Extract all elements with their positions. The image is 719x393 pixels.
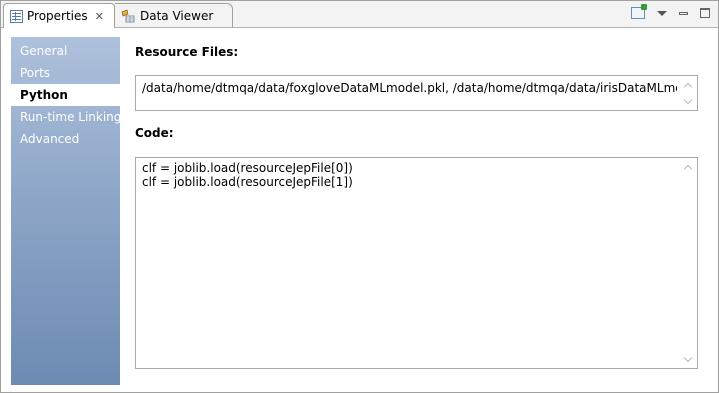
resource-files-field[interactable]: /data/home/dtmqa/data/foxgloveDataMLmode… xyxy=(135,75,698,111)
python-properties-panel: Resource Files: /data/home/dtmqa/data/fo… xyxy=(121,28,718,386)
properties-icon xyxy=(10,9,23,23)
view-menu-icon[interactable] xyxy=(657,10,667,16)
sidebar-item-general[interactable]: General xyxy=(11,40,120,62)
close-icon[interactable]: ✕ xyxy=(95,10,104,23)
sidebar-item-python[interactable]: Python xyxy=(11,84,121,106)
pin-view-icon[interactable] xyxy=(631,4,647,19)
code-editor[interactable]: clf = joblib.load(resourceJepFile[0]) cl… xyxy=(135,157,698,369)
scroll-up-icon[interactable] xyxy=(685,163,692,170)
resource-files-value: /data/home/dtmqa/data/foxgloveDataMLmode… xyxy=(142,81,677,95)
resource-files-label: Resource Files: xyxy=(135,45,239,59)
tab-properties[interactable]: Properties ✕ xyxy=(3,3,115,28)
properties-sidebar: General Ports Python Run-time Linking Ad… xyxy=(11,37,121,385)
tab-data-viewer-label: Data Viewer xyxy=(140,8,214,23)
tab-data-viewer[interactable]: Data Viewer xyxy=(115,3,233,27)
view-toolbar xyxy=(631,4,710,19)
resource-files-scrollbar[interactable] xyxy=(681,77,696,109)
scroll-down-icon[interactable] xyxy=(685,98,692,105)
properties-view: Properties ✕ Data Viewer General Ports P… xyxy=(0,0,719,393)
view-tab-bar: Properties ✕ Data Viewer xyxy=(1,1,718,28)
code-content: clf = joblib.load(resourceJepFile[0]) cl… xyxy=(142,161,677,189)
code-line: clf = joblib.load(resourceJepFile[0]) xyxy=(142,161,353,175)
sidebar-item-advanced[interactable]: Advanced xyxy=(11,128,120,150)
sidebar-item-run-time-linking[interactable]: Run-time Linking xyxy=(11,106,121,128)
tab-properties-label: Properties xyxy=(27,9,88,23)
scroll-up-icon[interactable] xyxy=(685,81,692,88)
maximize-icon[interactable] xyxy=(700,8,710,18)
sidebar-item-ports[interactable]: Ports xyxy=(11,62,120,84)
code-label: Code: xyxy=(135,126,174,140)
minimize-icon[interactable] xyxy=(679,11,688,15)
code-line: clf = joblib.load(resourceJepFile[1]) xyxy=(142,175,353,189)
code-scrollbar[interactable] xyxy=(681,159,696,367)
data-viewer-icon xyxy=(120,8,136,24)
scroll-down-icon[interactable] xyxy=(685,356,692,363)
